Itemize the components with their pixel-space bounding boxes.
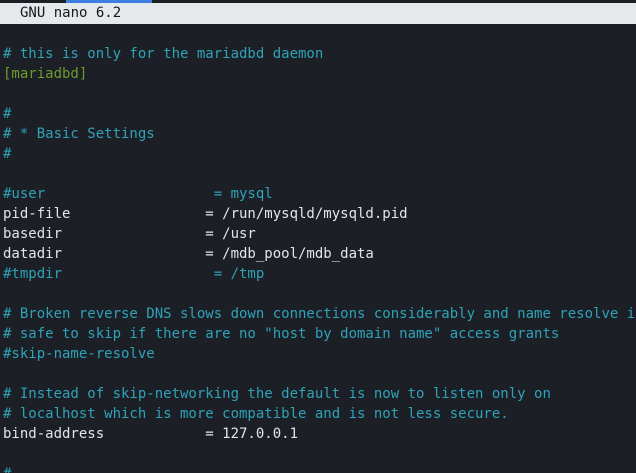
editor-line-15[interactable]: # safe to skip if there are no "host by … [3, 324, 636, 344]
nano-title-bar: GNU nano 6.2 [0, 3, 636, 24]
editor-line-4[interactable]: # [3, 104, 636, 124]
editor-line-17[interactable] [3, 364, 636, 384]
editor-line-6[interactable]: # [3, 144, 636, 164]
editor-line-20[interactable]: bind-address = 127.0.0.1 [3, 424, 636, 444]
editor-line-11[interactable]: datadir = /mdb_pool/mdb_data [3, 244, 636, 264]
editor-line-7[interactable] [3, 164, 636, 184]
editor-line-3[interactable] [3, 84, 636, 104]
editor-line-5[interactable]: # * Basic Settings [3, 124, 636, 144]
editor-line-1[interactable]: # this is only for the mariadbd daemon [3, 44, 636, 64]
terminal-window: GNU nano 6.2 # this is only for the mari… [0, 0, 636, 473]
editor-line-10[interactable]: basedir = /usr [3, 224, 636, 244]
editor-line-18[interactable]: # Instead of skip-networking the default… [3, 384, 636, 404]
editor-line-13[interactable] [3, 284, 636, 304]
text-editor-area[interactable]: # this is only for the mariadbd daemon [m… [3, 44, 636, 473]
editor-line-12[interactable]: #tmpdir = /tmp [3, 264, 636, 284]
editor-line-22[interactable]: # [3, 464, 636, 473]
editor-line-14[interactable]: # Broken reverse DNS slows down connecti… [3, 304, 636, 324]
editor-line-9[interactable]: pid-file = /run/mysqld/mysqld.pid [3, 204, 636, 224]
editor-line-16[interactable]: #skip-name-resolve [3, 344, 636, 364]
editor-line-2[interactable]: [mariadbd] [3, 64, 636, 84]
editor-line-19[interactable]: # localhost which is more compatible and… [3, 404, 636, 424]
editor-line-21[interactable] [3, 444, 636, 464]
editor-line-8[interactable]: #user = mysql [3, 184, 636, 204]
editor-title: GNU nano 6.2 [20, 5, 122, 21]
